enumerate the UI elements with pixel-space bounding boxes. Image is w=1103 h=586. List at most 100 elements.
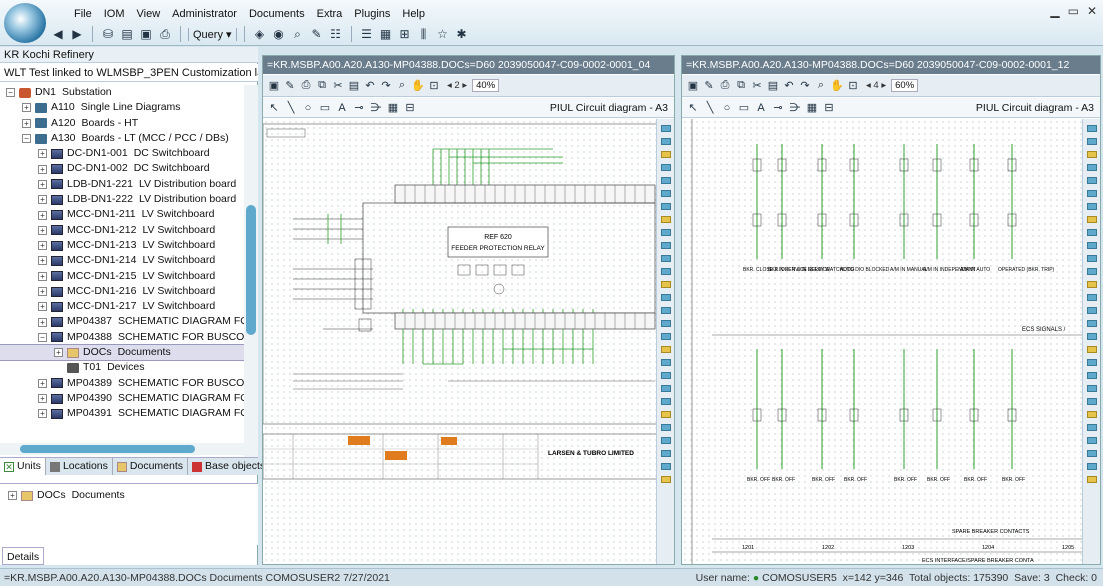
symbol-tool-icon[interactable]	[660, 450, 671, 457]
symbol-tool-icon[interactable]	[660, 255, 671, 262]
symbol-tool-icon[interactable]	[660, 372, 671, 379]
symbol-tool-icon[interactable]	[1086, 424, 1097, 431]
project-header[interactable]: KR Kochi Refinery	[0, 47, 258, 63]
symbol-tool-icon[interactable]	[660, 294, 671, 301]
tile-icon[interactable]: ⊞	[397, 26, 413, 42]
tree-item[interactable]: + MCC-DN1-213 LV Switchboard	[0, 238, 244, 253]
symbol-tool-icon[interactable]	[1086, 268, 1097, 275]
tree-item[interactable]: + LDB-DN1-222 LV Distribution board	[0, 192, 244, 207]
tree-item[interactable]: + MCC-DN1-216 LV Switchboard	[0, 284, 244, 299]
symbol-tool-icon[interactable]	[1086, 346, 1097, 353]
expand-icon[interactable]: +	[38, 302, 47, 312]
paste-icon[interactable]: ▤	[347, 79, 361, 93]
search-icon[interactable]: ⌕	[290, 26, 306, 42]
expand-icon[interactable]: +	[38, 195, 47, 205]
favorite-icon[interactable]: ☆	[435, 26, 451, 42]
back-icon[interactable]: ◀	[50, 26, 66, 42]
page-indicator[interactable]: ◂ 4 ▸	[866, 80, 886, 91]
symbol-tool-icon[interactable]	[1086, 450, 1097, 457]
device-icon[interactable]: ▦	[386, 101, 400, 115]
symbol-tool-icon[interactable]	[1086, 242, 1097, 249]
drawing-canvas[interactable]: BKR. CLOSE 3 IN SERVICE BKR. OFF BKR. OPEN…	[682, 119, 1082, 564]
document-title[interactable]: =KR.MSBP.A00.A20.A130-MP04388.DOCs=D60 2…	[263, 56, 674, 74]
paste-icon[interactable]: ▤	[766, 79, 780, 93]
expand-icon[interactable]: +	[38, 210, 47, 220]
users-icon[interactable]: ☷	[328, 26, 344, 42]
hand-icon[interactable]: ✋	[830, 79, 844, 93]
expand-icon[interactable]: +	[22, 103, 31, 113]
menu-file[interactable]: File	[68, 6, 98, 22]
columns-icon[interactable]: ⫼	[416, 26, 432, 42]
symbol-tool-icon[interactable]	[1086, 398, 1097, 405]
document-title[interactable]: =KR.MSBP.A00.A20.A130-MP04388.DOCs=D60 2…	[682, 56, 1100, 74]
menu-help[interactable]: Help	[396, 6, 431, 22]
symbol-tool-icon[interactable]	[660, 333, 671, 340]
tree-item[interactable]: + A110 Single Line Diagrams	[0, 100, 244, 115]
circle-icon[interactable]: ○	[301, 101, 315, 115]
wand-icon[interactable]: ✱	[454, 26, 470, 42]
connector-icon[interactable]: ⊸	[352, 101, 366, 115]
tree-item[interactable]: + MP04387 SCHEMATIC DIAGRAM FOR TRA	[0, 314, 244, 329]
expand-icon[interactable]: +	[38, 394, 47, 404]
hand-icon[interactable]: ✋	[411, 79, 425, 93]
symbol-tool-icon[interactable]	[1086, 463, 1097, 470]
edit-icon[interactable]: ✎	[283, 79, 297, 93]
symbol-tool-icon[interactable]	[1086, 281, 1097, 288]
expand-icon[interactable]: +	[38, 164, 47, 174]
symbol-tool-icon[interactable]	[1086, 229, 1097, 236]
tree-item[interactable]: + MCC-DN1-212 LV Switchboard	[0, 223, 244, 238]
symbol-tool-icon[interactable]	[660, 359, 671, 366]
query-dropdown[interactable]: Query ▾	[188, 27, 237, 41]
zoom-icon[interactable]: ⌕	[814, 79, 828, 93]
expand-icon[interactable]: +	[54, 348, 63, 358]
symbol-tool-icon[interactable]	[660, 190, 671, 197]
tree-item[interactable]: − A130 Boards - LT (MCC / PCC / DBs)	[0, 131, 244, 146]
line-icon[interactable]: ╲	[284, 101, 298, 115]
terminal-icon[interactable]: ⊟	[403, 101, 417, 115]
device-icon[interactable]: ▦	[805, 101, 819, 115]
expand-icon[interactable]: +	[38, 241, 47, 251]
symbol-tool-icon[interactable]	[1086, 320, 1097, 327]
expand-icon[interactable]: +	[22, 118, 31, 128]
cut-icon[interactable]: ✂	[331, 79, 345, 93]
text-icon[interactable]: A	[754, 101, 768, 115]
expand-icon[interactable]: +	[38, 149, 47, 159]
symbol-tool-icon[interactable]	[1086, 255, 1097, 262]
save-icon[interactable]: ▣	[267, 79, 281, 93]
menu-iom[interactable]: IOM	[98, 6, 131, 22]
tree-item[interactable]: + MCC-DN1-215 LV Switchboard	[0, 269, 244, 284]
undo-icon[interactable]: ↶	[363, 79, 377, 93]
circle-icon[interactable]: ○	[720, 101, 734, 115]
save-icon[interactable]: ▣	[138, 26, 154, 42]
menu-administrator[interactable]: Administrator	[166, 6, 243, 22]
symbol-tool-icon[interactable]	[1086, 437, 1097, 444]
tab-details[interactable]: Details	[2, 547, 45, 565]
tree-item[interactable]: + DC-DN1-001 DC Switchboard	[0, 146, 244, 161]
print-icon[interactable]: ⎙	[157, 26, 173, 42]
print-icon[interactable]: ⎙	[718, 79, 732, 93]
tree-item[interactable]: + DC-DN1-002 DC Switchboard	[0, 161, 244, 176]
symbol-tool-icon[interactable]	[1086, 333, 1097, 340]
tree-item[interactable]: − DN1 Substation	[0, 85, 244, 100]
symbol-tool-icon[interactable]	[660, 138, 671, 145]
pointer-icon[interactable]: ↖	[267, 101, 281, 115]
rectangle-icon[interactable]: ▭	[318, 101, 332, 115]
tree-item[interactable]: − MP04388 SCHEMATIC FOR BUSCOUPLER-	[0, 330, 244, 345]
edit-icon[interactable]: ✎	[702, 79, 716, 93]
scroll-thumb[interactable]	[20, 445, 195, 453]
symbol-tool-icon[interactable]	[660, 229, 671, 236]
window-icon[interactable]: ▦	[378, 26, 394, 42]
menu-documents[interactable]: Documents	[243, 6, 311, 22]
scroll-thumb[interactable]	[246, 205, 256, 335]
page-indicator[interactable]: ◂ 2 ▸	[447, 80, 467, 91]
symbol-tool-icon[interactable]	[660, 242, 671, 249]
symbol-tool-icon[interactable]	[660, 268, 671, 275]
database-icon[interactable]: ⛁	[100, 26, 116, 42]
symbol-tool-icon[interactable]	[1086, 372, 1097, 379]
tab-units[interactable]: ✕ Units	[0, 458, 46, 475]
tree-item[interactable]: + A120 Boards - HT	[0, 116, 244, 131]
expand-icon[interactable]: +	[38, 317, 47, 327]
minimize-icon[interactable]: ▁	[1050, 4, 1059, 18]
symbol-tool-icon[interactable]	[1086, 294, 1097, 301]
fit-icon[interactable]: ⊡	[427, 79, 441, 93]
